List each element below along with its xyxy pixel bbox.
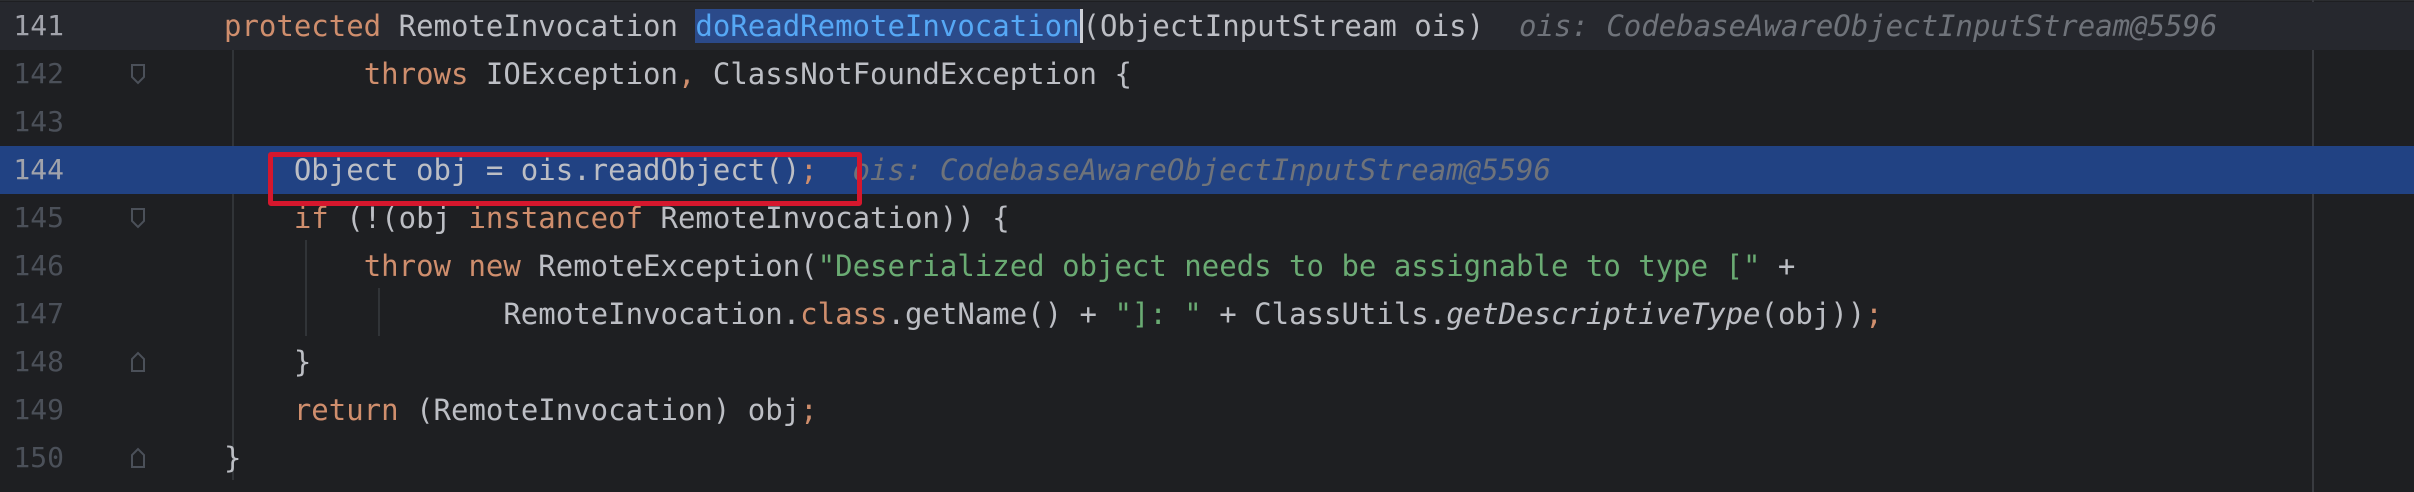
line-number[interactable]: 142 — [0, 50, 64, 98]
line-number[interactable]: 147 — [0, 290, 64, 338]
code-token: throw new — [363, 249, 539, 283]
code-line-149[interactable]: 149 return (RemoteInvocation) obj; — [0, 386, 2414, 434]
code-token: (ObjectInputStream ois) — [1082, 9, 1485, 43]
code-token: return — [293, 393, 417, 427]
code-token: .getName() + — [887, 297, 1115, 331]
line-number[interactable]: 146 — [0, 242, 64, 290]
code-text[interactable]: } — [224, 434, 241, 482]
line-number[interactable]: 143 — [0, 98, 64, 146]
code-token: instanceof — [468, 201, 661, 235]
code-line-148[interactable]: 148 } — [0, 338, 2414, 386]
code-line-147[interactable]: 147 RemoteInvocation.class.getName() + "… — [0, 290, 2414, 338]
line-number[interactable]: 145 — [0, 194, 64, 242]
selected-method-name: doReadRemoteInvocation — [695, 9, 1083, 43]
code-token: } — [224, 441, 242, 475]
line-number[interactable]: 150 — [0, 434, 64, 482]
code-editor[interactable]: 141 protected RemoteInvocation doReadRemo… — [0, 0, 2414, 492]
code-token: (RemoteInvocation) obj — [416, 393, 801, 427]
code-token: (obj)) — [1760, 297, 1866, 331]
code-token: throws — [363, 57, 486, 91]
inline-debug-value: ois: CodebaseAwareObjectInputStream@5596 — [817, 153, 1551, 187]
inline-debug-value: ois: CodebaseAwareObjectInputStream@5596 — [1484, 9, 2218, 43]
line-number[interactable]: 141 — [0, 2, 64, 50]
line-number[interactable]: 144 — [0, 146, 64, 194]
code-token: "]: " — [1114, 297, 1202, 331]
code-line-150[interactable]: 150} — [0, 434, 2414, 482]
line-number[interactable]: 149 — [0, 386, 64, 434]
code-token: } — [224, 345, 312, 379]
highlight-box — [268, 152, 862, 206]
code-token: ; — [1865, 297, 1883, 331]
code-token: IOException — [485, 57, 678, 91]
code-token: "Deserialized object needs to be assigna… — [817, 249, 1761, 283]
fold-marker-icon[interactable] — [130, 350, 146, 374]
code-text[interactable]: RemoteInvocation.class.getName() + "]: "… — [224, 290, 1883, 338]
code-token: if — [293, 201, 347, 235]
code-token: RemoteException( — [538, 249, 818, 283]
code-token: RemoteInvocation)) { — [660, 201, 1010, 235]
code-text[interactable]: return (RemoteInvocation) obj; — [224, 386, 818, 434]
line-number[interactable]: 148 — [0, 338, 64, 386]
code-token: ClassNotFoundException { — [712, 57, 1132, 91]
code-token: + ClassUtils. — [1201, 297, 1447, 331]
code-line-146[interactable]: 146 throw new RemoteException("Deseriali… — [0, 242, 2414, 290]
code-token: (!(obj — [346, 201, 469, 235]
code-token: RemoteInvocation. — [224, 297, 801, 331]
code-token: protected — [224, 9, 399, 43]
fold-marker-icon[interactable] — [130, 62, 146, 86]
code-token: RemoteInvocation — [398, 9, 696, 43]
code-line-141[interactable]: 141 protected RemoteInvocation doReadRemo… — [0, 2, 2414, 50]
code-line-142[interactable]: 142 throws IOException, ClassNotFoundExc… — [0, 50, 2414, 98]
code-token: class — [800, 297, 888, 331]
code-text[interactable]: } — [224, 338, 311, 386]
code-text[interactable]: throws IOException, ClassNotFoundExcepti… — [224, 50, 1132, 98]
code-token: ; — [800, 393, 818, 427]
code-line-143[interactable]: 143 — [0, 98, 2414, 146]
code-token: + — [1760, 249, 1796, 283]
code-text[interactable]: protected RemoteInvocation doReadRemoteI… — [224, 2, 2217, 50]
code-token: getDescriptiveType — [1446, 297, 1761, 331]
code-text[interactable]: throw new RemoteException("Deserialized … — [224, 242, 1796, 290]
fold-marker-icon[interactable] — [130, 446, 146, 470]
top-separator — [0, 0, 2414, 1]
fold-marker-icon[interactable] — [130, 206, 146, 230]
code-token: , — [677, 57, 713, 91]
